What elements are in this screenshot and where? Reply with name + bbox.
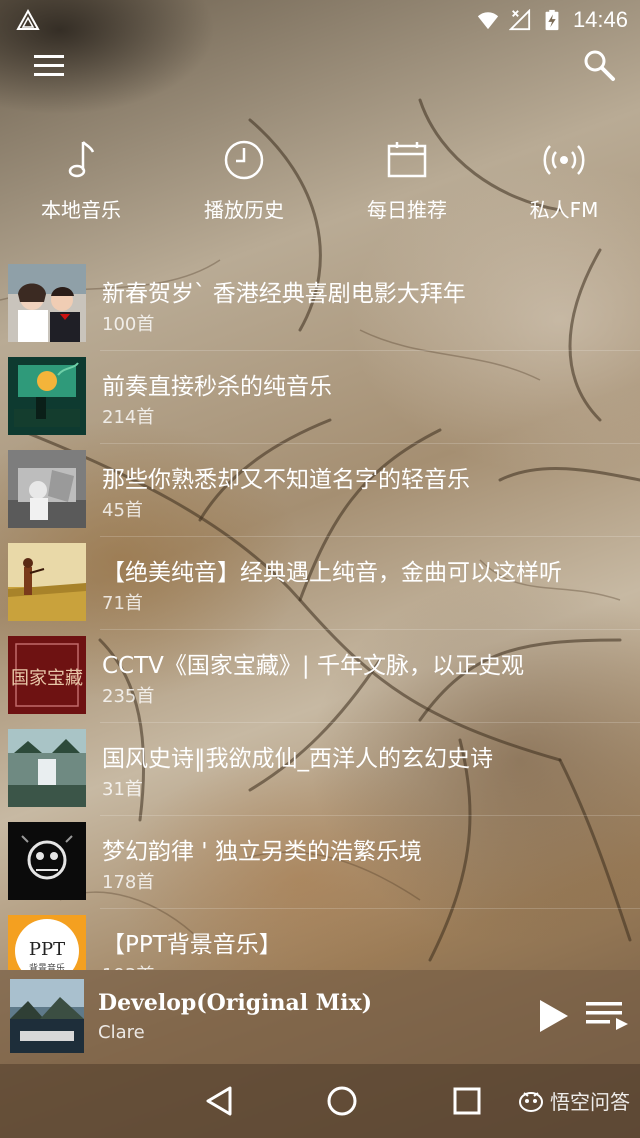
- playlist-count: 235首: [102, 686, 155, 707]
- wifi-icon: [477, 12, 499, 30]
- mini-player[interactable]: Develop(Original Mix) Clare: [0, 970, 640, 1064]
- playlist-queue-icon[interactable]: [586, 1000, 630, 1032]
- list-item[interactable]: 国风史诗‖我欲成仙_西洋人的玄幻史诗 31首: [0, 723, 640, 816]
- back-icon[interactable]: [202, 1084, 236, 1118]
- playlist-cover: [8, 729, 86, 807]
- status-time: 14:46: [572, 7, 628, 32]
- cover-text: PPT: [29, 939, 65, 960]
- list-item[interactable]: 国家宝藏 CCTV《国家宝藏》| 千年文脉，以正史观 235首: [0, 630, 640, 723]
- playlist-cover: PPT 背景音乐: [8, 915, 86, 970]
- playlist-count: 31首: [102, 779, 143, 800]
- no-signal-icon: [508, 9, 531, 31]
- battery-charging-icon: [545, 9, 559, 31]
- watermark-text: 悟空问答: [550, 1090, 630, 1114]
- playlist-count: 178首: [102, 872, 155, 893]
- nav-label: 本地音乐: [41, 198, 121, 222]
- playlist-list: 新春贺岁` 香港经典喜剧电影大拜年 100首 前奏直接秒杀的纯音乐 214首 那…: [0, 258, 640, 970]
- playlist-title: 那些你熟悉却又不知道名字的轻音乐: [102, 467, 470, 493]
- play-icon[interactable]: [536, 998, 570, 1034]
- app-notification-icon: [16, 8, 40, 30]
- playlist-title: 前奏直接秒杀的纯音乐: [102, 374, 332, 400]
- playlist-title: 【绝美纯音】经典遇上纯音，金曲可以这样听: [102, 560, 562, 586]
- clock-icon: [224, 140, 264, 180]
- playlist-cover: [8, 543, 86, 621]
- playlist-count: 100首: [102, 314, 155, 335]
- playlist-count: 214首: [102, 407, 155, 428]
- playlist-count: 45首: [102, 500, 143, 521]
- recent-apps-icon[interactable]: [452, 1086, 482, 1116]
- playlist-cover: [8, 357, 86, 435]
- playlist-title: 梦幻韵律 ' 独立另类的浩繁乐境: [102, 839, 422, 865]
- search-icon[interactable]: [582, 48, 616, 82]
- now-playing-title: Develop(Original Mix): [98, 990, 373, 1016]
- list-item[interactable]: 【绝美纯音】经典遇上纯音，金曲可以这样听 71首: [0, 537, 640, 630]
- list-item[interactable]: 新春贺岁` 香港经典喜剧电影大拜年 100首: [0, 258, 640, 351]
- calendar-icon: [387, 142, 427, 178]
- nav-label: 每日推荐: [367, 198, 447, 222]
- nav-label: 私人FM: [529, 198, 599, 222]
- playlist-count: 71首: [102, 593, 143, 614]
- playlist-cover: [8, 450, 86, 528]
- playlist-title: 【PPT背景音乐】: [102, 932, 282, 958]
- playlist-title: CCTV《国家宝藏》| 千年文脉，以正史观: [102, 653, 524, 679]
- shortcut-nav: 本地音乐 播放历史 每日推荐 私人FM: [0, 138, 640, 228]
- now-playing-artist: Clare: [98, 1022, 145, 1043]
- now-playing-cover: [10, 979, 84, 1053]
- nav-daily-recommend[interactable]: 每日推荐: [337, 138, 477, 223]
- status-bar: 14:46: [0, 0, 640, 40]
- nav-play-history[interactable]: 播放历史: [174, 138, 314, 223]
- cover-text: 国家宝藏: [11, 668, 83, 689]
- playlist-cover: 国家宝藏: [8, 636, 86, 714]
- playlist-title: 国风史诗‖我欲成仙_西洋人的玄幻史诗: [102, 746, 493, 772]
- list-item[interactable]: 前奏直接秒杀的纯音乐 214首: [0, 351, 640, 444]
- list-item[interactable]: PPT 背景音乐 【PPT背景音乐】 193首: [0, 909, 640, 970]
- cover-subtext: 背景音乐: [29, 962, 65, 970]
- watermark: 悟空问答: [518, 1086, 630, 1115]
- playlist-title: 新春贺岁` 香港经典喜剧电影大拜年: [102, 281, 466, 307]
- radio-broadcast-icon: [543, 145, 585, 175]
- nav-local-music[interactable]: 本地音乐: [11, 138, 151, 223]
- system-navigation-bar: 悟空问答: [0, 1064, 640, 1138]
- nav-label: 播放历史: [204, 198, 284, 222]
- list-item[interactable]: 那些你熟悉却又不知道名字的轻音乐 45首: [0, 444, 640, 537]
- home-icon[interactable]: [326, 1085, 358, 1117]
- nav-personal-fm[interactable]: 私人FM: [494, 138, 634, 223]
- music-note-icon: [68, 141, 95, 178]
- menu-icon[interactable]: [34, 52, 66, 80]
- playlist-cover: [8, 822, 86, 900]
- wukong-logo-icon: [519, 1091, 543, 1112]
- list-item[interactable]: 梦幻韵律 ' 独立另类的浩繁乐境 178首: [0, 816, 640, 909]
- playlist-count: 193首: [102, 961, 154, 970]
- playlist-cover: [8, 264, 86, 342]
